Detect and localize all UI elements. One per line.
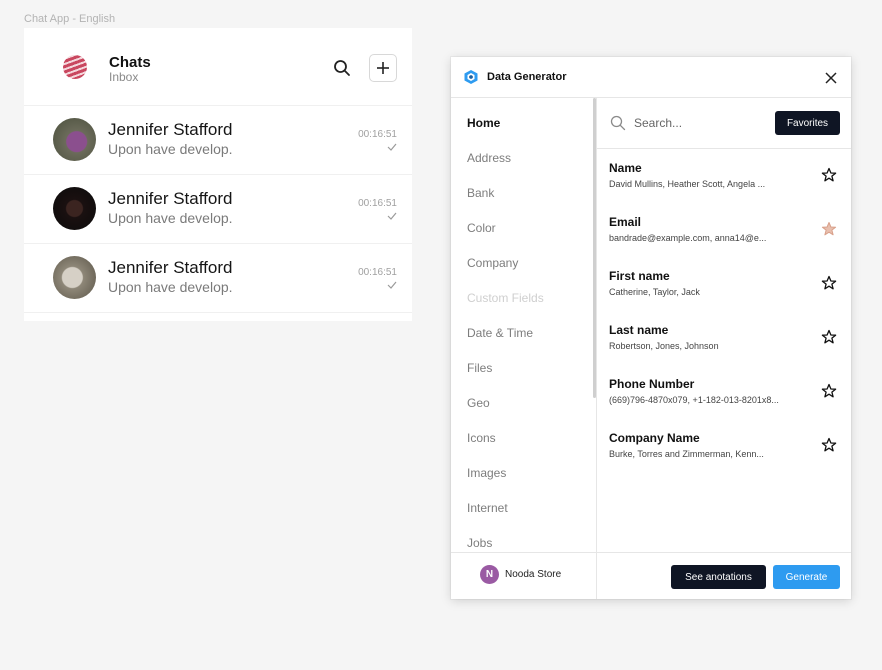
store-avatar: N xyxy=(480,565,499,584)
avatar xyxy=(53,256,96,299)
field-example: Robertson, Jones, Johnson xyxy=(609,341,719,351)
message-preview: Upon have develop. xyxy=(108,141,233,157)
sidebar-item-jobs[interactable]: Jobs xyxy=(467,536,492,550)
generate-button[interactable]: Generate xyxy=(773,565,840,589)
contact-name: Jennifer Stafford xyxy=(108,189,233,208)
action-footer: See anotations Generate xyxy=(597,552,851,599)
sidebar-item-files[interactable]: Files xyxy=(467,361,492,375)
field-name: Email xyxy=(609,215,642,229)
app-logo-icon xyxy=(63,55,87,79)
field-name: Phone Number xyxy=(609,377,695,391)
search-icon xyxy=(334,60,350,76)
field-example: (669)796-4870x079, +1-182-013-8201x8... xyxy=(609,395,779,405)
search-button[interactable] xyxy=(330,56,354,80)
message-time: 00:16:51 xyxy=(358,198,397,209)
star-icon[interactable] xyxy=(821,437,837,453)
favorites-button[interactable]: Favorites xyxy=(775,111,840,135)
plugin-header: Data Generator xyxy=(451,57,851,98)
close-icon[interactable] xyxy=(823,70,839,86)
sidebar-item-home[interactable]: Home xyxy=(467,116,500,130)
page-title: Chats xyxy=(109,54,151,71)
field-item[interactable]: Email bandrade@example.com, anna14@e... xyxy=(597,203,851,257)
star-icon[interactable] xyxy=(821,167,837,183)
sidebar-item-geo[interactable]: Geo xyxy=(467,396,490,410)
field-example: bandrade@example.com, anna14@e... xyxy=(609,233,767,243)
field-item[interactable]: Last name Robertson, Jones, Johnson xyxy=(597,311,851,365)
contact-name: Jennifer Stafford xyxy=(108,120,233,139)
field-example: Burke, Torres and Zimmerman, Kenn... xyxy=(609,449,764,459)
frame-label: Chat App - English xyxy=(24,13,116,25)
field-item[interactable]: First name Catherine, Taylor, Jack xyxy=(597,257,851,311)
search-icon xyxy=(610,115,626,131)
plugin-title: Data Generator xyxy=(487,71,567,83)
contact-name: Jennifer Stafford xyxy=(108,258,233,277)
field-example: Catherine, Taylor, Jack xyxy=(609,287,700,297)
field-name: Company Name xyxy=(609,431,700,445)
new-chat-button[interactable] xyxy=(369,54,397,82)
sidebar-item-color[interactable]: Color xyxy=(467,221,496,235)
field-name: First name xyxy=(609,269,670,283)
star-filled-icon[interactable] xyxy=(821,221,837,237)
message-time: 00:16:51 xyxy=(358,129,397,140)
chat-list-item[interactable]: Jennifer Stafford Upon have develop. 00:… xyxy=(24,175,412,244)
message-preview: Upon have develop. xyxy=(108,279,233,295)
chat-app-frame: Chats Inbox Jennifer Stafford Upon have … xyxy=(24,28,412,321)
chat-list-item[interactable]: Jennifer Stafford Upon have develop. 00:… xyxy=(24,106,412,175)
check-icon xyxy=(387,212,397,220)
message-preview: Upon have develop. xyxy=(108,210,233,226)
check-icon xyxy=(387,143,397,151)
sidebar-footer: N Nooda Store xyxy=(451,552,597,599)
star-icon[interactable] xyxy=(821,383,837,399)
plugin-logo-icon xyxy=(464,70,478,84)
sidebar-item-icons[interactable]: Icons xyxy=(467,431,496,445)
message-time: 00:16:51 xyxy=(358,267,397,278)
chat-list-item[interactable]: Jennifer Stafford Upon have develop. 00:… xyxy=(24,244,412,313)
check-icon xyxy=(387,281,397,289)
avatar xyxy=(53,118,96,161)
sidebar-item-images[interactable]: Images xyxy=(467,466,506,480)
field-item[interactable]: Name David Mullins, Heather Scott, Angel… xyxy=(597,149,851,203)
field-example: David Mullins, Heather Scott, Angela ... xyxy=(609,179,766,189)
search-bar: Favorites xyxy=(597,98,851,149)
search-input[interactable] xyxy=(634,113,754,133)
field-name: Name xyxy=(609,161,642,175)
sidebar-scrollbar[interactable] xyxy=(593,98,596,398)
star-icon[interactable] xyxy=(821,275,837,291)
sidebar-item-internet[interactable]: Internet xyxy=(467,501,508,515)
category-sidebar: Home Address Bank Color Company Custom F… xyxy=(451,98,597,552)
data-generator-plugin: Data Generator Home Address Bank Color C… xyxy=(451,57,851,599)
field-name: Last name xyxy=(609,323,669,337)
store-link[interactable]: Nooda Store xyxy=(505,569,561,580)
plus-icon xyxy=(377,62,389,74)
field-item[interactable]: Phone Number (669)796-4870x079, +1-182-0… xyxy=(597,365,851,419)
star-icon[interactable] xyxy=(821,329,837,345)
field-item[interactable]: Company Name Burke, Torres and Zimmerman… xyxy=(597,419,851,473)
sidebar-item-address[interactable]: Address xyxy=(467,151,511,165)
sidebar-item-bank[interactable]: Bank xyxy=(467,186,494,200)
see-annotations-button[interactable]: See anotations xyxy=(671,565,766,589)
chat-header: Chats Inbox xyxy=(24,28,412,106)
sidebar-item-custom-fields[interactable]: Custom Fields xyxy=(467,291,544,305)
sidebar-item-date-time[interactable]: Date & Time xyxy=(467,326,533,340)
sidebar-item-company[interactable]: Company xyxy=(467,256,518,270)
page-subtitle: Inbox xyxy=(109,70,139,84)
avatar xyxy=(53,187,96,230)
